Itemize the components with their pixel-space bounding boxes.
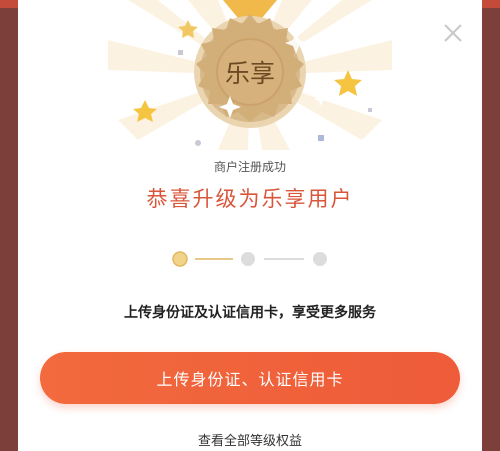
upgrade-description: 上传身份证及认证信用卡，享受更多服务 xyxy=(124,305,376,321)
medal-illustration: 乐享 xyxy=(108,0,392,150)
step-indicator xyxy=(172,251,327,267)
upgrade-dialog: 乐享 商户注册成功 恭喜升级为乐享用户 上传身份证及认证信用卡，享受更多服务 上 xyxy=(18,0,482,451)
close-icon[interactable] xyxy=(440,20,466,46)
view-all-benefits-link[interactable]: 查看全部等级权益 xyxy=(18,430,482,449)
step-dot-3 xyxy=(313,252,327,266)
confetti xyxy=(178,50,183,55)
background-left-edge xyxy=(0,8,18,451)
step-dot-2 xyxy=(241,252,255,266)
background-right-edge xyxy=(482,8,500,451)
confetti xyxy=(318,135,324,141)
upload-id-verify-card-button[interactable]: 上传身份证、认证信用卡 xyxy=(40,352,460,404)
registration-success-text: 商户注册成功 xyxy=(213,160,286,174)
step-dot-1 xyxy=(172,251,188,267)
confetti xyxy=(195,140,201,146)
medal-badge-text: 乐享 xyxy=(225,59,275,88)
upgrade-title: 恭喜升级为乐享用户 xyxy=(146,187,354,211)
confetti xyxy=(368,108,372,112)
